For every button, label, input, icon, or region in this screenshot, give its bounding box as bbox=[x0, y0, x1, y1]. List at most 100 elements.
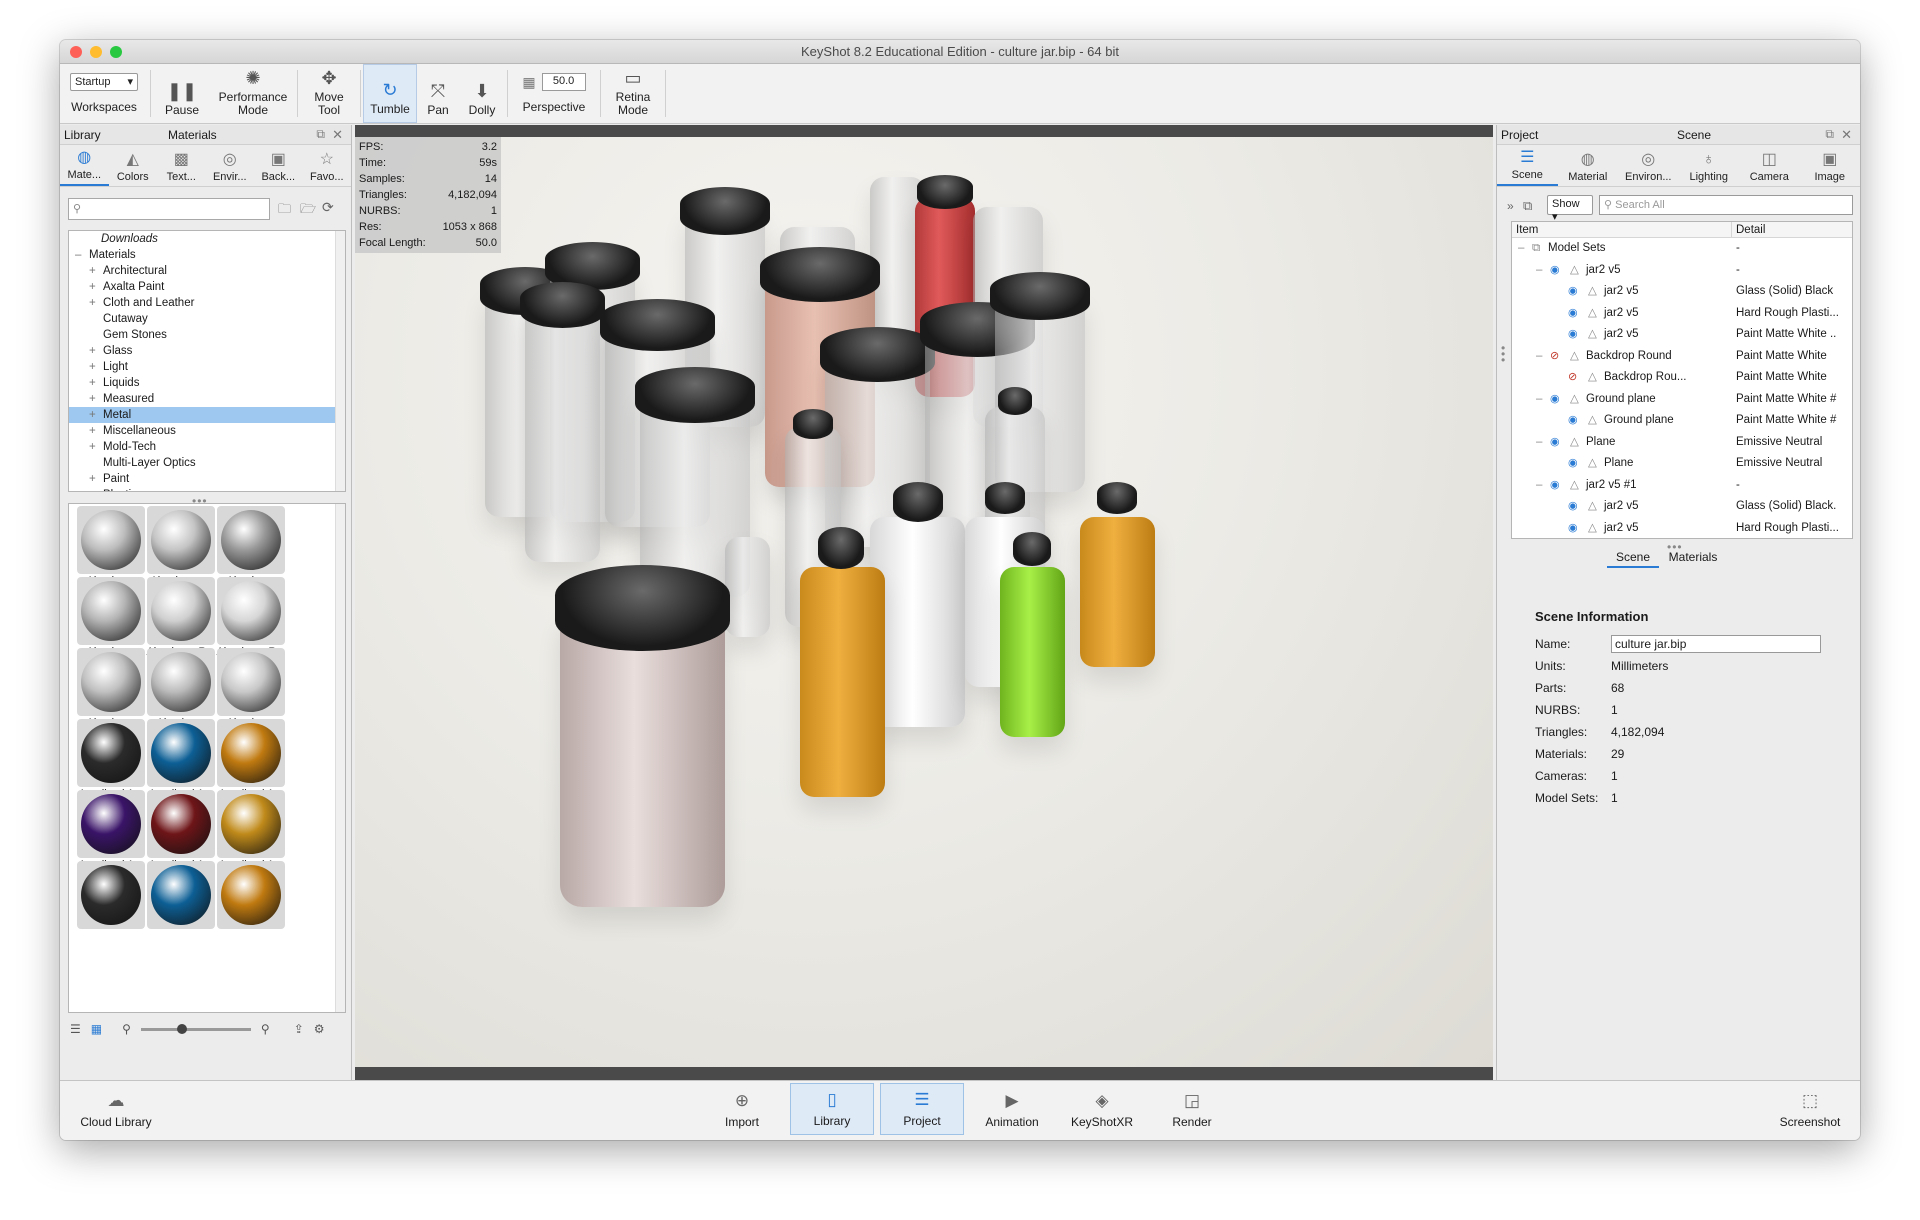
grid-view-icon[interactable]: ▦ bbox=[91, 1022, 102, 1036]
collapse-icon[interactable]: – bbox=[1536, 346, 1550, 368]
scrollbar[interactable] bbox=[335, 231, 345, 491]
collapse-icon[interactable]: – bbox=[1518, 238, 1532, 260]
folder-remove-icon[interactable]: 🗁 bbox=[300, 200, 316, 222]
material-thumbnail[interactable]: Anodized A... bbox=[215, 719, 287, 801]
material-thumbnail[interactable]: Aluminum R... bbox=[145, 577, 217, 659]
material-thumbnail[interactable]: Anodized A... bbox=[75, 719, 147, 801]
collapse-icon[interactable]: – bbox=[75, 247, 89, 263]
scene-tree-row[interactable]: ◉ △ jar2 v5 Glass (Solid) Black. bbox=[1512, 496, 1852, 518]
expand-icon[interactable]: + bbox=[89, 407, 103, 423]
scene-tree-row[interactable]: ◉ △ jar2 v5 Hard Rough Plasti... bbox=[1512, 303, 1852, 325]
workspace-select[interactable]: Startup ▾ bbox=[70, 73, 138, 91]
hidden-eye-icon[interactable]: ⊘ bbox=[1550, 346, 1570, 368]
tab-scene[interactable]: ☰ Scene bbox=[1497, 147, 1558, 186]
pause-button[interactable]: ❚❚ Pause bbox=[153, 64, 211, 123]
scene-tree-row[interactable]: ⊘ △ Backdrop Rou... Paint Matte White bbox=[1512, 367, 1852, 389]
keyshotxr-button[interactable]: ◈ KeyShotXR bbox=[1060, 1083, 1144, 1135]
tab-materials[interactable]: ◍ Mate... bbox=[60, 147, 109, 186]
tab-textures[interactable]: ▩ Text... bbox=[157, 149, 206, 186]
material-thumbnail[interactable]: Aluminum R... bbox=[215, 577, 287, 659]
upload-icon[interactable]: ⇪ bbox=[294, 1022, 304, 1036]
render-viewport[interactable]: FPS: 3.2 Time: 59s Samples: 14 Triangles: 4,182… bbox=[355, 125, 1493, 1080]
material-thumbnail[interactable]: Anodized A... bbox=[145, 719, 217, 801]
scene-search-input[interactable]: ⚲ Search All bbox=[1599, 195, 1853, 215]
eye-icon[interactable]: ◉ bbox=[1550, 475, 1570, 497]
project-button[interactable]: ☰ Project bbox=[880, 1083, 964, 1135]
eye-icon[interactable]: ◉ bbox=[1568, 518, 1588, 539]
side-splitter-handle[interactable]: • • • bbox=[1501, 342, 1505, 366]
library-tree-item[interactable]: + Cloth and Leather bbox=[69, 295, 345, 311]
thumbnail-size-slider[interactable] bbox=[140, 1023, 251, 1034]
undock-icon[interactable]: ⧉ bbox=[1825, 127, 1834, 142]
expand-icon[interactable]: + bbox=[89, 279, 103, 295]
refresh-icon[interactable]: ⟳ bbox=[322, 199, 334, 216]
tab-camera[interactable]: ◫ Camera bbox=[1739, 149, 1800, 186]
material-thumbnail[interactable]: Aluminu... bbox=[215, 506, 287, 588]
library-tree-item[interactable]: + Paint bbox=[69, 471, 345, 487]
performance-mode-button[interactable]: ✺ Performance Mode bbox=[211, 64, 295, 123]
zoom-window-button[interactable] bbox=[110, 46, 122, 58]
folder-add-icon[interactable]: 🗀 bbox=[278, 200, 291, 222]
scene-tree-row[interactable]: ◉ △ jar2 v5 Paint Matte White .. bbox=[1512, 324, 1852, 346]
collapse-icon[interactable]: – bbox=[1536, 389, 1550, 411]
library-tree-item[interactable]: + Glass bbox=[69, 343, 345, 359]
library-tree-item[interactable]: – Materials bbox=[69, 247, 345, 263]
focal-length-input[interactable]: 50.0 bbox=[541, 73, 586, 91]
library-tree-item[interactable]: + Metal bbox=[69, 407, 345, 423]
eye-icon[interactable]: ◉ bbox=[1568, 281, 1588, 303]
close-icon[interactable]: ✕ bbox=[332, 127, 343, 143]
library-tree-item[interactable]: + Miscellaneous bbox=[69, 423, 345, 439]
scene-tree-row[interactable]: – ⧉ Model Sets - bbox=[1512, 238, 1852, 260]
expand-icon[interactable]: + bbox=[89, 263, 103, 279]
material-thumbnail[interactable]: Aluminu... bbox=[75, 577, 147, 659]
tab-environment[interactable]: ◎ Environ... bbox=[1618, 149, 1679, 186]
screenshot-button[interactable]: ⬚ Screenshot bbox=[1766, 1083, 1854, 1135]
tab-colors[interactable]: ◭ Colors bbox=[109, 149, 158, 186]
library-tree-item[interactable]: Multi-Layer Optics bbox=[69, 455, 345, 471]
library-button[interactable]: ▯ Library bbox=[790, 1083, 874, 1135]
expand-icon[interactable]: + bbox=[89, 487, 103, 491]
scene-name-input[interactable]: culture jar.bip bbox=[1611, 635, 1821, 653]
pan-button[interactable]: ⤧ Pan bbox=[417, 64, 459, 123]
perspective-label[interactable]: Perspective bbox=[523, 101, 586, 114]
minimize-window-button[interactable] bbox=[90, 46, 102, 58]
expand-icon[interactable]: + bbox=[89, 439, 103, 455]
material-thumbnail[interactable]: Aluminum ... bbox=[145, 506, 217, 588]
tab-image[interactable]: ▣ Image bbox=[1800, 149, 1861, 186]
tab-environments[interactable]: ◎ Envir... bbox=[206, 149, 255, 186]
subtab-materials[interactable]: Materials bbox=[1659, 550, 1727, 568]
zoom-out-icon[interactable]: ⚲ bbox=[122, 1022, 131, 1036]
library-tree-item[interactable]: + Liquids bbox=[69, 375, 345, 391]
expand-icon[interactable]: + bbox=[89, 295, 103, 311]
column-header-detail[interactable]: Detail bbox=[1732, 222, 1765, 237]
material-thumbnail[interactable]: Aluminu... bbox=[75, 648, 147, 730]
column-header-item[interactable]: Item bbox=[1512, 222, 1732, 237]
library-tree-item[interactable]: + Mold-Tech bbox=[69, 439, 345, 455]
library-tree-item[interactable]: Cutaway bbox=[69, 311, 345, 327]
expand-icon[interactable]: + bbox=[89, 391, 103, 407]
library-tree-item[interactable]: + Measured bbox=[69, 391, 345, 407]
material-thumbnail[interactable]: Anodized A... bbox=[145, 790, 217, 872]
eye-icon[interactable]: ◉ bbox=[1568, 496, 1588, 518]
library-tree-item[interactable]: + Light bbox=[69, 359, 345, 375]
slider-thumb[interactable] bbox=[176, 1023, 187, 1034]
expand-icon[interactable]: » bbox=[1507, 199, 1514, 213]
tumble-button[interactable]: ↻ Tumble bbox=[363, 64, 417, 123]
eye-icon[interactable]: ◉ bbox=[1568, 410, 1588, 432]
scene-tree-row[interactable]: – ◉ △ Plane Emissive Neutral bbox=[1512, 432, 1852, 454]
tab-lighting[interactable]: ♁ Lighting bbox=[1679, 151, 1740, 186]
expand-icon[interactable]: + bbox=[89, 423, 103, 439]
material-thumbnail[interactable]: Aluminu... bbox=[145, 648, 217, 730]
material-thumbnail[interactable] bbox=[215, 861, 287, 943]
library-tree-item[interactable]: Gem Stones bbox=[69, 327, 345, 343]
material-thumbnail[interactable] bbox=[75, 861, 147, 943]
scene-tree-row[interactable]: ◉ △ Ground plane Paint Matte White # bbox=[1512, 410, 1852, 432]
expand-icon[interactable]: + bbox=[89, 375, 103, 391]
library-tree-item[interactable]: + Axalta Paint bbox=[69, 279, 345, 295]
library-tree-item[interactable]: +Plastic bbox=[69, 487, 345, 491]
scene-tree-row[interactable]: – ◉ △ jar2 v5 - bbox=[1512, 260, 1852, 282]
hidden-eye-icon[interactable]: ⊘ bbox=[1568, 367, 1588, 389]
tab-favorites[interactable]: ☆ Favo... bbox=[303, 149, 352, 186]
library-search-input[interactable]: ⚲ bbox=[68, 198, 270, 220]
move-tool-button[interactable]: ✥ Move Tool bbox=[300, 64, 358, 123]
